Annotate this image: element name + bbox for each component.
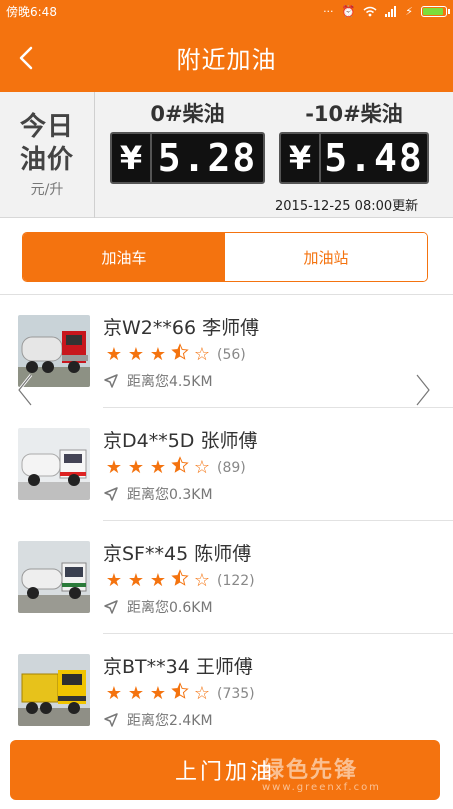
alarm-icon: ⏰ [341, 4, 356, 18]
currency-symbol: ¥ [281, 134, 321, 182]
truck-plate-driver: 京W2**66 李师傅 [103, 317, 260, 339]
price-board: ¥ 5.48 [279, 132, 429, 184]
star-full-icon: ★ [149, 570, 167, 591]
watermark-url: www.greenxf.com [262, 782, 381, 793]
fuel-price-value: 5.28 [157, 136, 258, 180]
status-icons: ··· ⏰ ⚡ [323, 4, 450, 18]
distance-text: 距离您0.3KM [127, 487, 213, 503]
distance-text: 距离您0.6KM [127, 600, 213, 616]
star-empty-icon: ☆ [193, 683, 211, 704]
carousel-prev-button[interactable] [10, 370, 40, 410]
truck-photo [18, 428, 90, 500]
fuel-price-panel: 今日 油价 元/升 0#柴油 ¥ 5.28 -10#柴油 ¥ 5.48 2015… [0, 92, 453, 218]
today-price-label: 今日 油价 元/升 [0, 92, 95, 218]
fuel-name: 0#柴油 [150, 102, 225, 126]
truck-plate-driver: 京D4**5D 张师傅 [103, 430, 258, 452]
review-count: (56) [217, 346, 246, 363]
star-full-icon: ★ [127, 344, 145, 365]
star-full-icon: ★ [127, 570, 145, 591]
star-empty-icon: ☆ [193, 344, 211, 365]
star-full-icon: ★ [105, 683, 123, 704]
carousel-next-button[interactable] [408, 370, 438, 410]
distance-text: 距离您2.4KM [127, 713, 213, 729]
star-full-icon: ★ [105, 457, 123, 478]
distance-text: 距离您4.5KM [127, 374, 213, 390]
distance-row: 距离您4.5KM [103, 371, 213, 391]
star-empty-icon: ☆ [193, 570, 211, 591]
truck-list: 京W2**66 李师傅 ★ ★ ★ ☆ (56) 距离您4.5KM 京D4**5D 张师… [0, 294, 453, 729]
star-full-icon: ★ [127, 457, 145, 478]
price-update-time: 2015-12-25 08:00更新 [275, 199, 419, 214]
chevron-left-icon [17, 374, 33, 406]
currency-symbol: ¥ [112, 134, 152, 182]
list-item[interactable]: 京D4**5D 张师傅 ★ ★ ★ ☆ (89) 距离您0.3KM [0, 408, 453, 521]
review-count: (735) [217, 685, 255, 702]
battery-fill [423, 7, 443, 15]
rating-stars: ★ ★ ★ ☆ (122) [103, 569, 255, 592]
list-item[interactable]: 京SF**45 陈师傅 ★ ★ ★ ☆ (122) 距离您0.6KM [0, 521, 453, 634]
star-empty-icon: ☆ [193, 457, 211, 478]
review-count: (89) [217, 459, 246, 476]
rating-stars: ★ ★ ★ ☆ (735) [103, 682, 255, 705]
distance-row: 距离您0.6KM [103, 597, 213, 617]
star-half-icon [169, 456, 191, 479]
location-arrow-icon [104, 713, 118, 727]
list-item[interactable]: 京W2**66 李师傅 ★ ★ ★ ☆ (56) 距离您4.5KM [0, 295, 453, 408]
fuel-prices: 0#柴油 ¥ 5.28 -10#柴油 ¥ 5.48 2015-12-25 08:… [95, 92, 453, 217]
star-full-icon: ★ [127, 683, 145, 704]
tab-gas-station[interactable]: 加油站 [225, 233, 427, 281]
truck-photo [18, 654, 90, 726]
back-button[interactable] [8, 38, 44, 78]
today-label-line1: 今日 [19, 112, 74, 142]
list-item[interactable]: 京BT**34 王师傅 ★ ★ ★ ☆ (735) 距离您2.4KM [0, 634, 453, 747]
star-full-icon: ★ [105, 570, 123, 591]
price-unit: 元/升 [30, 182, 64, 198]
tab-fuel-truck[interactable]: 加油车 [23, 233, 225, 281]
nav-bar: 附近加油 [0, 22, 453, 92]
chevron-right-icon [415, 374, 431, 406]
fuel-price-value: 5.48 [324, 136, 424, 180]
truck-photo [18, 541, 90, 613]
status-bar: 傍晚6:48 ··· ⏰ ⚡ [0, 0, 453, 22]
rating-stars: ★ ★ ★ ☆ (56) [103, 343, 246, 366]
location-arrow-icon [104, 487, 118, 501]
fuel-price-0: 0#柴油 ¥ 5.28 [110, 92, 265, 184]
more-dots-icon: ··· [323, 4, 334, 18]
star-half-icon [169, 682, 191, 705]
star-full-icon: ★ [149, 344, 167, 365]
watermark-title: 绿色先锋 [262, 758, 359, 783]
chevron-left-icon [19, 46, 33, 70]
location-arrow-icon [104, 600, 118, 614]
status-time: 傍晚6:48 [6, 4, 57, 19]
page-title: 附近加油 [176, 45, 277, 74]
location-arrow-icon [104, 374, 118, 388]
star-full-icon: ★ [149, 683, 167, 704]
today-label-line2: 油价 [19, 145, 74, 175]
star-half-icon [169, 343, 191, 366]
charging-icon: ⚡ [405, 4, 413, 18]
star-full-icon: ★ [105, 344, 123, 365]
fuel-price-1: -10#柴油 ¥ 5.48 [279, 92, 429, 184]
star-full-icon: ★ [149, 457, 167, 478]
price-board: ¥ 5.28 [110, 132, 265, 184]
truck-plate-driver: 京SF**45 陈师傅 [103, 543, 252, 565]
star-half-icon [169, 569, 191, 592]
site-watermark: 绿色先锋 www.greenxf.com [262, 752, 381, 793]
signal-icon [385, 5, 397, 17]
truck-plate-driver: 京BT**34 王师傅 [103, 656, 253, 678]
rating-stars: ★ ★ ★ ☆ (89) [103, 456, 246, 479]
wifi-icon [363, 6, 377, 16]
battery-icon [421, 5, 450, 17]
fuel-name: -10#柴油 [305, 102, 403, 126]
review-count: (122) [217, 572, 255, 589]
segment-tabs: 加油车 加油站 [22, 232, 428, 282]
distance-row: 距离您0.3KM [103, 484, 213, 504]
distance-row: 距离您2.4KM [103, 710, 213, 730]
